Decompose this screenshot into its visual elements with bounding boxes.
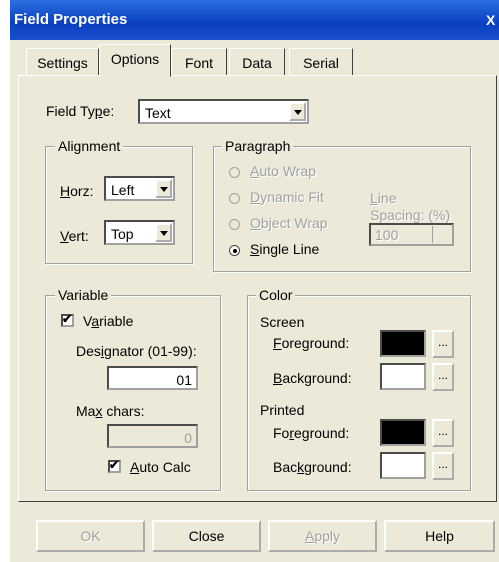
line-spacing-value: 100 <box>375 227 399 243</box>
screen-background-swatch[interactable] <box>380 363 426 390</box>
tab-serial[interactable]: Serial <box>289 48 353 75</box>
vert-value: Top <box>111 226 134 242</box>
auto-calc-checkbox[interactable]: ✔ <box>108 458 121 473</box>
single-line-label: Single Line <box>250 241 320 257</box>
window-title: Field Properties <box>14 11 128 28</box>
auto-calc-label: Auto Calc <box>130 459 191 475</box>
close-button[interactable]: Close <box>152 520 261 552</box>
dynamic-fit-radio[interactable] <box>229 193 240 204</box>
printed-label: Printed <box>260 402 305 418</box>
printed-foreground-swatch[interactable] <box>380 419 426 446</box>
designator-label: Designator (01-99): <box>76 343 197 359</box>
horz-label: Horz: <box>60 183 94 199</box>
paragraph-legend: Paragraph <box>222 138 294 154</box>
check-icon: ✔ <box>62 312 73 326</box>
chevron-down-icon[interactable] <box>155 223 172 242</box>
object-wrap-radio[interactable] <box>229 219 240 230</box>
color-legend: Color <box>256 287 296 303</box>
apply-button[interactable]: Apply <box>268 520 377 552</box>
screen-label: Screen <box>260 314 305 330</box>
check-icon: ✔ <box>109 458 120 472</box>
tab-data[interactable]: Data <box>229 48 285 75</box>
line-spacing-label-2: Spacing: (%) <box>370 207 451 223</box>
dynamic-fit-label: Dynamic Fit <box>250 189 324 205</box>
auto-wrap-label: Auto Wrap <box>250 163 316 179</box>
screen-foreground-swatch[interactable] <box>380 330 426 357</box>
horz-select[interactable]: Left <box>104 176 175 201</box>
variable-checkbox[interactable]: ✔ <box>61 312 74 327</box>
ok-button[interactable]: OK <box>36 520 145 552</box>
line-spacing-label-1: Line <box>370 190 397 206</box>
max-chars-label: Max chars: <box>76 403 145 419</box>
printed-background-swatch[interactable] <box>380 452 426 479</box>
alignment-legend: Alignment <box>55 138 124 154</box>
line-spacing-spinner[interactable]: 100 <box>369 223 454 246</box>
printed-foreground-ellipsis-button[interactable]: ... <box>432 419 454 447</box>
spin-arrows-icon[interactable] <box>432 226 451 243</box>
object-wrap-label: Object Wrap <box>250 215 328 231</box>
screen-foreground-ellipsis-button[interactable]: ... <box>432 330 454 358</box>
vert-select[interactable]: Top <box>104 220 175 245</box>
horz-value: Left <box>111 182 135 198</box>
printed-background-label: Background: <box>273 459 352 475</box>
field-type-label: Field Type: <box>46 103 115 119</box>
chevron-down-icon[interactable] <box>289 102 306 121</box>
tab-font[interactable]: Font <box>171 48 227 75</box>
field-type-select[interactable]: Text <box>138 99 309 124</box>
variable-legend: Variable <box>55 287 112 303</box>
designator-input[interactable]: 01 <box>107 366 198 390</box>
chevron-down-icon[interactable] <box>155 179 172 198</box>
screen-background-ellipsis-button[interactable]: ... <box>432 363 454 391</box>
screen-foreground-label: Foreground: <box>273 335 350 351</box>
help-button[interactable]: Help <box>384 520 495 552</box>
alignment-group <box>45 146 193 264</box>
tab-settings[interactable]: Settings <box>26 48 99 75</box>
vert-label: Vert: <box>60 228 89 244</box>
auto-wrap-radio[interactable] <box>229 167 240 178</box>
printed-foreground-label: Foreground: <box>273 425 350 441</box>
screen-background-label: Background: <box>273 370 352 386</box>
printed-background-ellipsis-button[interactable]: ... <box>432 452 454 480</box>
single-line-radio[interactable] <box>229 245 240 256</box>
field-type-value: Text <box>145 105 171 121</box>
tab-options[interactable]: Options <box>99 44 171 77</box>
variable-checkbox-label: Variable <box>83 313 134 329</box>
max-chars-input[interactable]: 0 <box>107 424 198 448</box>
close-icon[interactable]: X <box>486 12 495 28</box>
